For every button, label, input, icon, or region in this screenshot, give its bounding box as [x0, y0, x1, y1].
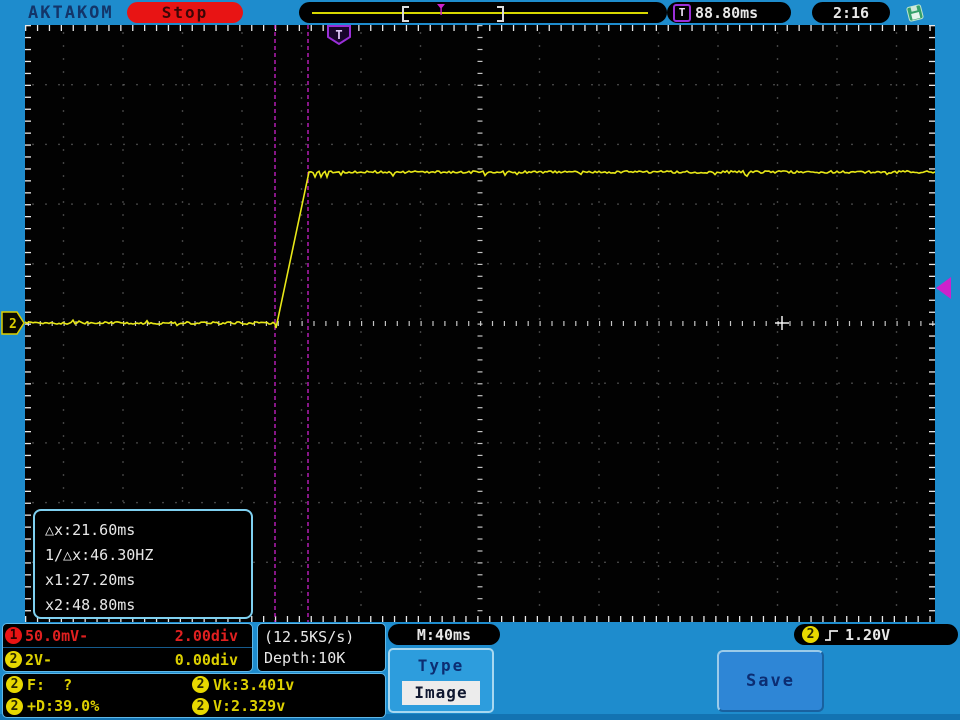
cursor-measurement-box: △x:21.60ms 1/△x:46.30HZ x1:27.20ms x2:48… — [33, 509, 253, 619]
measurement-badge: 2 — [6, 676, 23, 694]
measurement-text: F: ? — [27, 675, 73, 694]
channel2-position-marker[interactable]: 2 — [1, 311, 26, 335]
channel2-badge: 2 — [5, 651, 22, 668]
record-position-bar — [299, 2, 667, 23]
measurement-voltage: 2 V:2.329v — [192, 697, 385, 715]
record-length-line — [312, 12, 648, 14]
svg-text:2: 2 — [9, 317, 17, 332]
measurement-text: +D:39.0% — [27, 697, 100, 716]
channel1-settings: 1 50.0mV- 2.00div — [3, 624, 252, 648]
measurement-badge: 2 — [192, 697, 209, 715]
menu-selected-option[interactable]: Image — [402, 681, 480, 705]
channel2-offset: 0.00div — [174, 650, 238, 669]
cursor-inverse-delta-x: 1/△x:46.30HZ — [45, 546, 154, 564]
trigger-t-icon: T — [673, 3, 691, 22]
channel1-scale: 50.0mV- — [25, 626, 89, 645]
channel1-offset: 2.00div — [174, 626, 238, 645]
sample-rate: (12.5KS/s) — [264, 628, 355, 646]
storage-icon — [906, 4, 924, 22]
channel2-scale: 2V- — [25, 650, 53, 669]
view-window-left-bracket — [402, 6, 409, 22]
trigger-time-readout: T 88.80ms — [667, 2, 791, 23]
trigger-time-value: 88.80ms — [695, 3, 759, 22]
trigger-level-marker[interactable] — [936, 277, 951, 299]
trigger-source-badge: 2 — [802, 626, 819, 643]
memory-depth: Depth:10K — [264, 649, 346, 667]
measurement-vk: 2 Vk:3.401v — [192, 676, 385, 694]
cursor-x1: x1:27.20ms — [45, 571, 136, 589]
cursor-x2: x2:48.80ms — [45, 596, 136, 614]
measurement-badge: 2 — [192, 676, 209, 694]
svg-text:T: T — [335, 28, 342, 42]
timebase-readout: M:40ms — [388, 624, 500, 645]
trigger-position-marker-icon[interactable] — [436, 4, 446, 16]
cursor-delta-x: △x:21.60ms — [45, 521, 136, 539]
measurement-badge: 2 — [6, 697, 23, 715]
rising-edge-icon — [825, 629, 838, 641]
measurement-frequency: 2 F: ? — [6, 676, 192, 694]
channel1-badge: 1 — [5, 627, 22, 644]
measurements-panel: 2 F: ? 2 Vk:3.401v 2 +D:39.0% 2 V:2.329v — [2, 673, 386, 718]
trigger-settings-readout: 2 1.20V — [794, 624, 958, 645]
measurement-text: V:2.329v — [213, 697, 286, 716]
trigger-level-value: 1.20V — [845, 625, 891, 644]
save-menu-panel[interactable]: Type Image — [388, 648, 494, 713]
save-button[interactable]: Save — [717, 650, 824, 712]
measurement-duty: 2 +D:39.0% — [6, 697, 192, 715]
menu-title: Type — [417, 656, 465, 675]
acquisition-info-box: (12.5KS/s) Depth:10K — [257, 623, 386, 672]
measurement-text: Vk:3.401v — [213, 675, 295, 694]
brand-logo: AKTAKOM — [28, 3, 114, 23]
channel-settings-panel: 1 50.0mV- 2.00div 2 2V- 0.00div — [2, 623, 253, 672]
run-state-indicator: Stop — [127, 2, 243, 23]
oscilloscope-screen: AKTAKOM Stop T 88.80ms 2:16 T △x:21.60ms… — [0, 0, 960, 720]
view-window-right-bracket — [497, 6, 504, 22]
channel2-settings: 2 2V- 0.00div — [3, 648, 252, 671]
clock: 2:16 — [812, 2, 890, 23]
